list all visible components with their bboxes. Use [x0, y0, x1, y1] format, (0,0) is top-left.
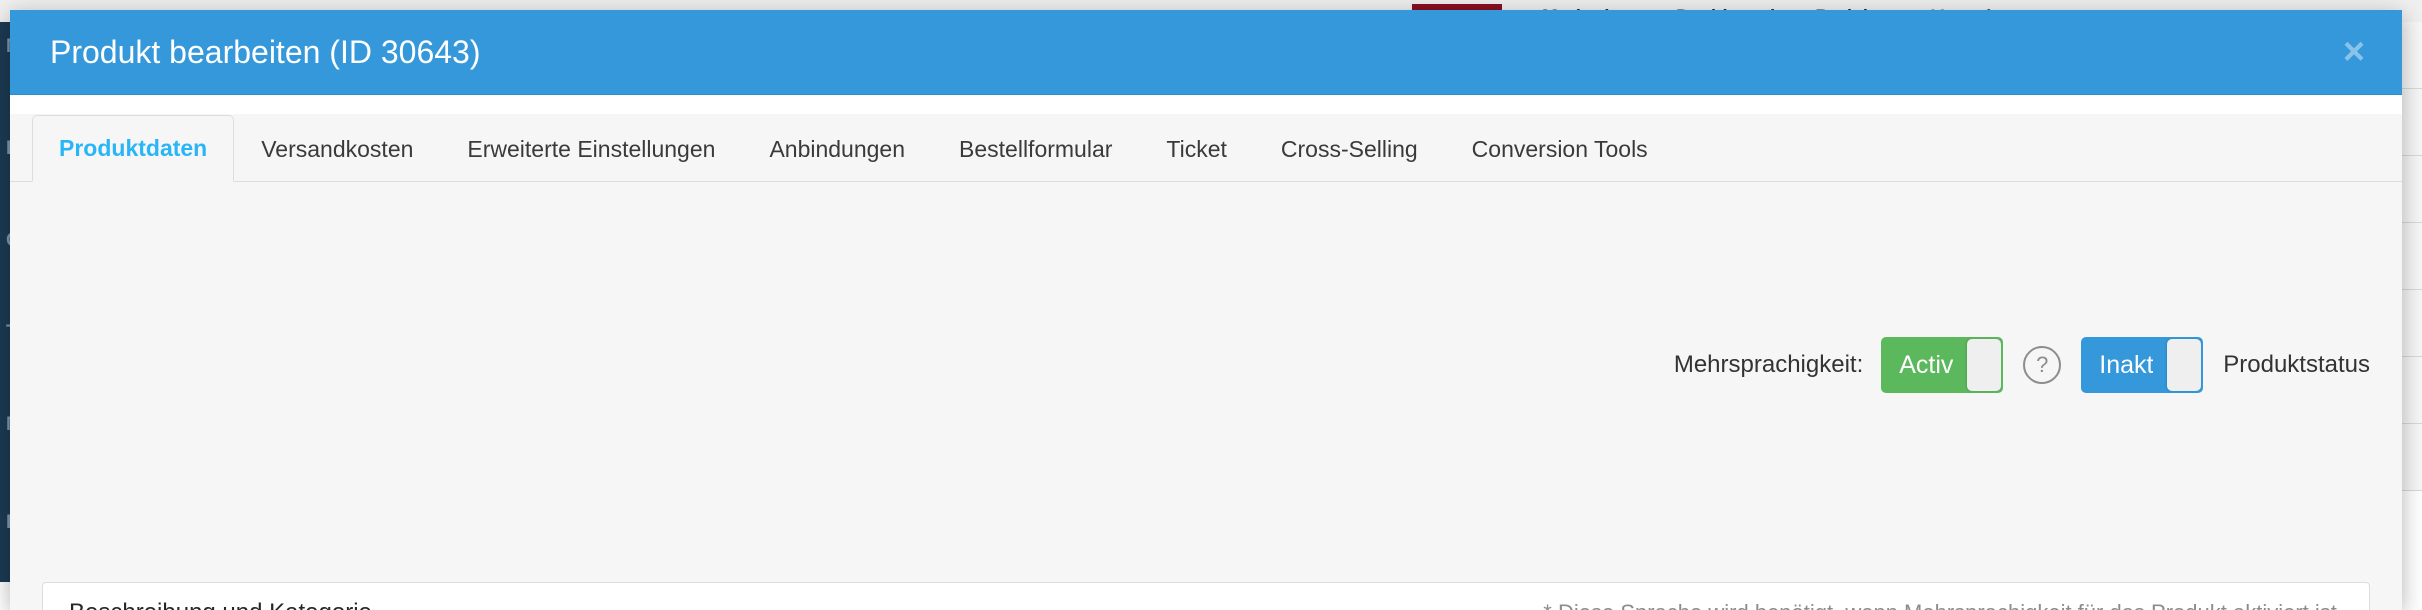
modal-body: Produktdaten Versandkosten Erweiterte Ei… — [10, 114, 2402, 610]
multilanguage-toggle-knob[interactable] — [1967, 339, 2001, 391]
tab-conversion-tools[interactable]: Conversion Tools — [1445, 115, 1675, 182]
tab-bestellformular[interactable]: Bestellformular — [932, 115, 1139, 182]
tab-bar: Produktdaten Versandkosten Erweiterte Ei… — [10, 114, 2402, 182]
toggle-row: Mehrsprachigkeit: Activ ? Inakt Produkts… — [1674, 336, 2370, 394]
description-category-panel-header[interactable]: Beschreibung und Kategorie * Diese Sprac… — [42, 582, 2370, 610]
page-title: Produkt bearbeiten (ID 30643) — [50, 31, 480, 73]
product-status-toggle-label: Inakt — [2081, 337, 2153, 393]
multilanguage-toggle-label: Activ — [1881, 337, 1953, 393]
tab-ticket[interactable]: Ticket — [1139, 115, 1254, 182]
multilanguage-toggle[interactable]: Activ — [1881, 337, 2003, 393]
product-status-label: Produktstatus — [2223, 351, 2370, 379]
modal-header: Produkt bearbeiten (ID 30643) × — [10, 10, 2402, 95]
tab-cross-selling[interactable]: Cross-Selling — [1254, 115, 1445, 182]
help-icon[interactable]: ? — [2023, 346, 2061, 384]
product-status-toggle[interactable]: Inakt — [2081, 337, 2203, 393]
panel-hint-text: * Diese Sprache wird benötigt, wenn Mehr… — [1543, 600, 2343, 610]
close-icon[interactable]: × — [2332, 30, 2376, 74]
panel-title: Beschreibung und Kategorie — [69, 599, 372, 610]
tab-anbindungen[interactable]: Anbindungen — [742, 115, 932, 182]
tab-versandkosten[interactable]: Versandkosten — [234, 115, 440, 182]
multilanguage-label: Mehrsprachigkeit: — [1674, 351, 1863, 379]
edit-product-modal: Produkt bearbeiten (ID 30643) × Produktd… — [10, 10, 2402, 610]
tab-produktdaten[interactable]: Produktdaten — [32, 115, 234, 182]
tab-erweiterte-einstellungen[interactable]: Erweiterte Einstellungen — [440, 115, 742, 182]
product-status-toggle-knob[interactable] — [2167, 339, 2201, 391]
